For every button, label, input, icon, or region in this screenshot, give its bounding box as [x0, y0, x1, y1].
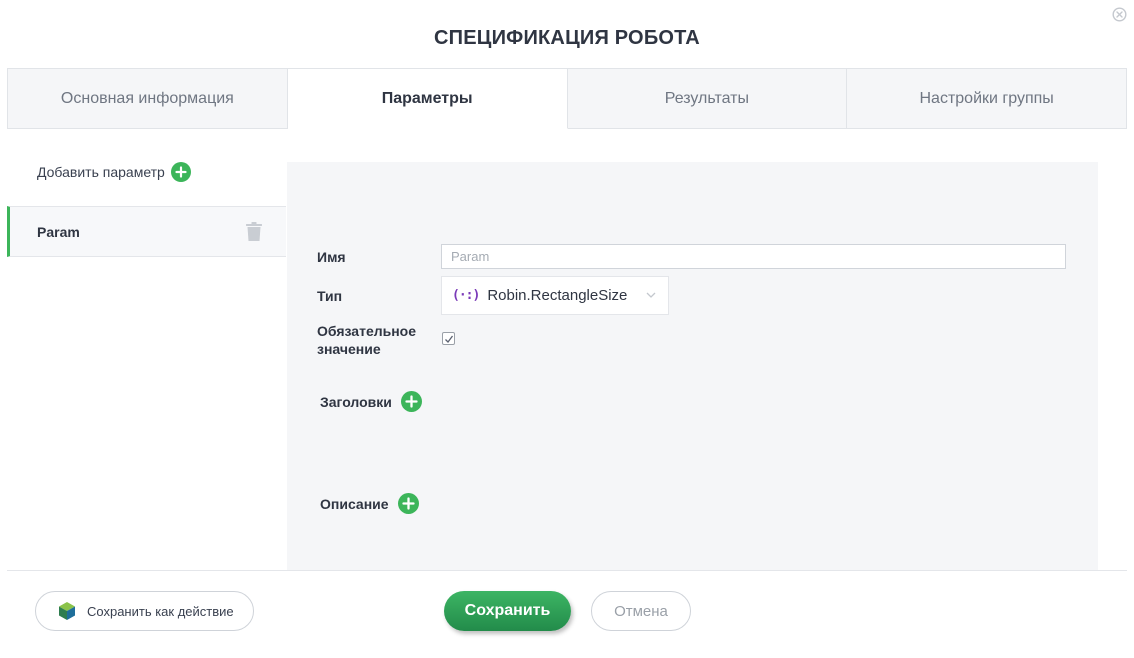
footer-divider	[7, 570, 1127, 571]
headers-label: Заголовки	[320, 393, 392, 410]
tab-parameters[interactable]: Параметры	[287, 68, 568, 129]
chevron-down-icon	[646, 292, 656, 298]
trash-icon[interactable]	[246, 222, 262, 241]
add-parameter-button[interactable]: Добавить параметр	[37, 162, 191, 182]
parameter-item-label: Param	[37, 223, 80, 240]
required-checkbox[interactable]	[442, 332, 455, 345]
save-button[interactable]: Сохранить	[444, 591, 571, 631]
description-section: Описание	[320, 493, 419, 514]
save-as-action-label: Сохранить как действие	[87, 603, 234, 619]
tab-main-info[interactable]: Основная информация	[7, 68, 288, 129]
tab-results[interactable]: Результаты	[567, 68, 848, 129]
checkmark-icon	[445, 335, 454, 343]
required-label-line2: значение	[317, 341, 381, 357]
close-button[interactable]	[1112, 7, 1127, 22]
dialog-title: СПЕЦИФИКАЦИЯ РОБОТА	[434, 27, 700, 49]
cancel-button[interactable]: Отмена	[591, 591, 691, 631]
close-circle-icon	[1112, 7, 1127, 22]
tab-group-settings[interactable]: Настройки группы	[847, 68, 1127, 129]
required-label-line1: Обязательное	[317, 323, 417, 339]
name-label: Имя	[317, 249, 346, 265]
parameter-list-item[interactable]: Param	[7, 206, 286, 257]
plus-icon	[170, 162, 191, 182]
cube-icon	[59, 602, 75, 620]
type-select-value: Robin.RectangleSize	[487, 287, 628, 304]
parameter-list-panel: Добавить параметр Param	[7, 129, 286, 569]
save-as-action-button[interactable]: Сохранить как действие	[35, 591, 254, 631]
add-description-plus-icon[interactable]	[397, 493, 419, 514]
add-parameter-label: Добавить параметр	[37, 164, 165, 180]
headers-section: Заголовки	[320, 391, 422, 412]
type-label: Тип	[317, 288, 343, 304]
name-input[interactable]	[441, 244, 1066, 269]
type-struct-icon: (·:)	[452, 288, 480, 303]
description-label: Описание	[320, 495, 389, 512]
tab-bar: Основная информация Параметры Результаты…	[7, 68, 1127, 129]
parameter-editor-panel: Имя Тип (·:) Robin.RectangleSize Обязате…	[287, 162, 1098, 570]
add-header-plus-icon[interactable]	[400, 391, 422, 412]
type-select[interactable]: (·:) Robin.RectangleSize	[441, 276, 669, 315]
required-label: Обязательное значение	[317, 322, 416, 358]
